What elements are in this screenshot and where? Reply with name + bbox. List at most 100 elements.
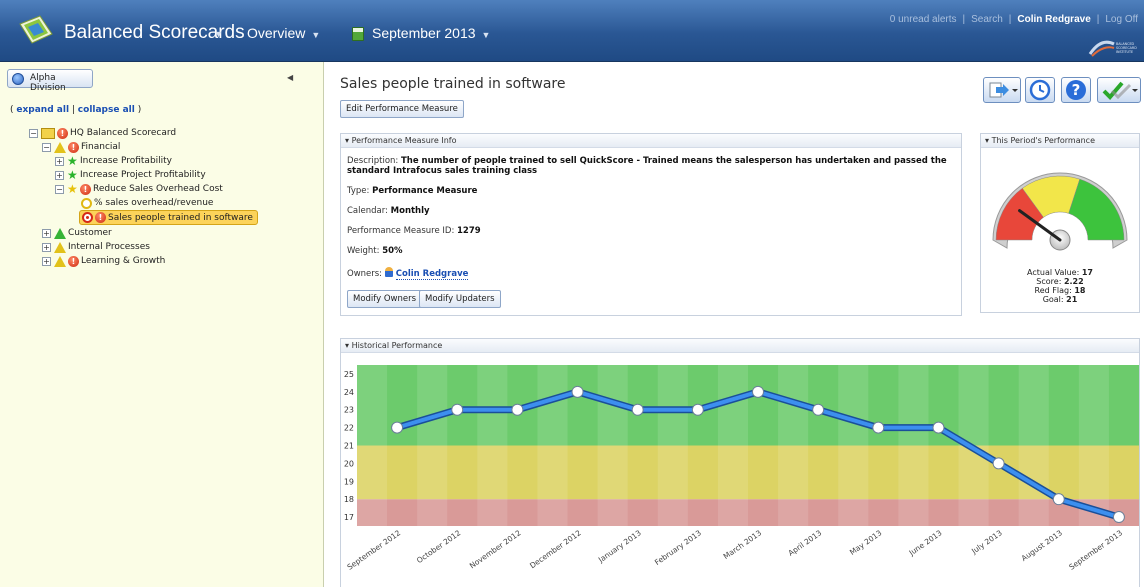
tree-node-learning-growth[interactable]: + ! Learning & Growth [42, 254, 165, 268]
tree-node-label: Sales people trained in software [108, 212, 253, 223]
expand-all-link[interactable]: expand all [16, 105, 69, 115]
logoff-link[interactable]: Log Off [1105, 14, 1138, 25]
period-performance-panel: ▾ This Period's Performance Actual Value… [980, 133, 1140, 313]
modify-updaters-button[interactable]: Modify Updaters [419, 290, 501, 308]
data-point[interactable] [872, 421, 885, 434]
tree-node-financial[interactable]: − ! Financial [42, 140, 120, 154]
measure-info-panel: ▾ Performance Measure Info Description: … [340, 133, 962, 316]
tree-node-increase-project-profitability[interactable]: + ★ Increase Project Profitability [55, 168, 206, 182]
period-performance-header[interactable]: ▾ This Period's Performance [981, 134, 1139, 148]
history-button[interactable] [1025, 77, 1055, 103]
goal-value: 21 [1066, 295, 1078, 304]
x-tick-label: January 2013 [596, 528, 643, 565]
data-point[interactable] [932, 421, 945, 434]
x-tick-label: July 2013 [969, 528, 1004, 556]
history-clock-icon [1029, 79, 1051, 101]
owner-link[interactable]: Colin Redgrave [395, 269, 469, 280]
data-point[interactable] [391, 421, 404, 434]
data-point[interactable] [571, 385, 584, 398]
measure-id-value: 1279 [457, 226, 481, 236]
tree-node-sales-people-trained[interactable]: ! Sales people trained in software [79, 210, 258, 225]
user-link[interactable]: Colin Redgrave [1017, 14, 1090, 25]
data-point[interactable] [691, 403, 704, 416]
app-title-dropdown-icon[interactable]: ▼ [208, 24, 223, 40]
tree-node-internal-processes[interactable]: + Internal Processes [42, 240, 150, 254]
data-point[interactable] [511, 403, 524, 416]
expand-collapse-links: ( expand all | collapse all ) [10, 105, 142, 115]
chart-stripe [898, 365, 929, 526]
calendar-icon [352, 27, 364, 41]
tree-node-label: Learning & Growth [81, 256, 166, 266]
top-nav: 0 unread alerts | Search | Colin Redgrave | Lo… [889, 14, 1138, 25]
chart-stripe [657, 365, 688, 526]
collapse-sidebar-icon[interactable]: ◀ [287, 73, 293, 82]
x-tick-label: April 2013 [786, 528, 823, 558]
expand-toggle-icon[interactable]: + [42, 256, 51, 266]
chevron-down-icon: ▼ [481, 30, 491, 40]
actual-value: 17 [1081, 268, 1093, 277]
tree-node-sales-overhead-revenue[interactable]: % sales overhead/revenue [81, 196, 213, 210]
data-point[interactable] [1052, 493, 1065, 506]
search-link[interactable]: Search [971, 14, 1003, 25]
overview-label: Overview [247, 25, 306, 41]
measure-info-header[interactable]: ▾ Performance Measure Info [341, 134, 961, 148]
scorecard-logo-icon[interactable] [18, 14, 54, 46]
data-point[interactable] [451, 403, 464, 416]
collapse-all-link[interactable]: collapse all [78, 105, 135, 115]
collapse-toggle-icon[interactable]: − [29, 128, 38, 138]
historical-performance-chart: 17 18 19 20 21 22 23 24 25 September 2012 October… [344, 365, 1139, 572]
data-point[interactable] [812, 403, 825, 416]
data-point[interactable] [752, 385, 764, 398]
x-tick-label: October 2012 [415, 528, 463, 565]
calendar-row: Calendar: Monthly [347, 206, 430, 216]
user-icon [384, 267, 393, 277]
tree-node-label: Financial [81, 142, 121, 152]
historical-performance-header[interactable]: ▾ Historical Performance [341, 339, 1139, 353]
goal-label: Goal: [1042, 295, 1064, 304]
panel-title: Performance Measure Info [351, 136, 457, 145]
type-row: Type: Performance Measure [347, 186, 477, 196]
division-button[interactable]: Alpha Division [7, 69, 93, 93]
chart-stripe [1078, 365, 1109, 526]
modify-owners-button[interactable]: Modify Owners [347, 290, 423, 308]
tree-node-customer[interactable]: + Customer [42, 226, 112, 240]
bsi-logo: BALANCED SCORECARD INSTITUTE [1088, 40, 1137, 57]
edit-measure-button[interactable]: Edit Performance Measure [340, 100, 464, 118]
expand-toggle-icon[interactable]: + [55, 156, 64, 166]
score-value: 2.22 [1063, 277, 1084, 286]
actual-label: Actual Value: [1027, 268, 1080, 277]
tree-node-label: Reduce Sales Overhead Cost [93, 184, 223, 194]
description-value: The number of people trained to sell Qui… [347, 156, 947, 176]
y-tick-label: 24 [344, 388, 354, 397]
alerts-link[interactable]: 0 unread alerts [890, 14, 957, 25]
field-label: Description: [347, 156, 399, 166]
tree-node-label: Customer [68, 228, 112, 238]
collapse-toggle-icon[interactable]: − [42, 142, 51, 152]
expand-toggle-icon[interactable]: + [55, 170, 64, 180]
collapse-toggle-icon[interactable]: − [55, 184, 64, 194]
export-button[interactable] [983, 77, 1021, 103]
approve-button[interactable] [1097, 77, 1141, 103]
help-button[interactable]: ? [1061, 77, 1091, 103]
yellow-star-icon: ★ [67, 181, 78, 196]
data-point[interactable] [631, 403, 644, 416]
data-point[interactable] [992, 457, 1005, 470]
period-menu[interactable]: September 2013 ▼ [372, 25, 490, 41]
yellow-triangle-icon [54, 141, 66, 153]
tree-node-hq-scorecard[interactable]: − ! HQ Balanced Scorecard [29, 126, 176, 140]
panel-title: This Period's Performance [991, 136, 1096, 145]
chart-stripe [477, 365, 508, 526]
chart-stripe [537, 365, 568, 526]
expand-toggle-icon[interactable]: + [42, 242, 51, 252]
tree-node-increase-profitability[interactable]: + ★ Increase Profitability [55, 154, 172, 168]
tree-node-reduce-sales-overhead[interactable]: − ★ ! Reduce Sales Overhead Cost [55, 182, 223, 196]
svg-text:?: ? [1072, 81, 1081, 99]
red-flag-label: Red Flag: [1034, 286, 1072, 295]
x-tick-label: February 2013 [653, 528, 703, 567]
x-tick-label: March 2013 [722, 528, 764, 561]
chevron-down-icon: ▼ [311, 30, 321, 40]
overview-menu[interactable]: Overview ▼ [247, 25, 320, 41]
expand-toggle-icon[interactable]: + [42, 228, 51, 238]
score-label: Score: [1036, 277, 1062, 286]
data-point[interactable] [1112, 511, 1125, 524]
